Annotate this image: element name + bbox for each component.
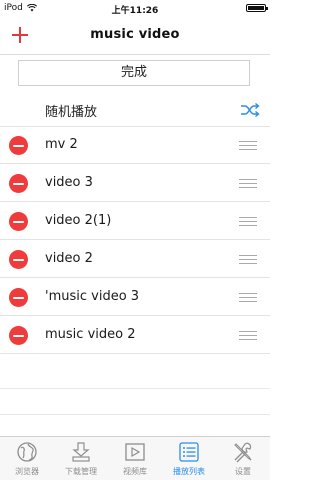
tab-label: 设置: [235, 467, 251, 476]
reorder-handle-icon[interactable]: [239, 255, 257, 264]
tab-playlist[interactable]: 播放列表: [162, 437, 216, 480]
status-time: 上午11:26: [111, 6, 159, 16]
done-button[interactable]: 完成: [18, 60, 250, 86]
tab-downloads[interactable]: 下载管理: [54, 437, 108, 480]
item-title: video 2(1): [45, 213, 112, 228]
tools-icon: [234, 442, 252, 463]
battery-icon: [246, 4, 268, 12]
list-item[interactable]: video 3: [0, 164, 270, 202]
tab-browser[interactable]: 浏览器: [0, 437, 54, 480]
item-title: video 2: [45, 251, 93, 266]
shuffle-row[interactable]: 随机播放: [0, 94, 270, 127]
delete-button[interactable]: [9, 212, 28, 231]
screen: iPod 上午11:26 music video 完成 随机播放 mv 2 vi…: [0, 0, 270, 480]
nav-bar: music video: [0, 18, 270, 55]
tab-label: 播放列表: [173, 467, 205, 476]
shuffle-icon[interactable]: [240, 102, 260, 118]
list-item[interactable]: music video 2: [0, 316, 270, 354]
delete-button[interactable]: [9, 288, 28, 307]
tab-label: 视频库: [123, 467, 147, 476]
list-item[interactable]: mv 2: [0, 126, 270, 164]
tab-settings[interactable]: 设置: [216, 437, 270, 480]
list-item[interactable]: 'music video 3: [0, 278, 270, 316]
empty-row-divider: [0, 414, 270, 415]
item-title: mv 2: [45, 137, 78, 152]
empty-row-divider: [0, 388, 270, 389]
list-item[interactable]: video 2: [0, 240, 270, 278]
status-bar: iPod 上午11:26: [0, 0, 270, 18]
done-section: 完成: [0, 54, 270, 94]
reorder-handle-icon[interactable]: [239, 217, 257, 226]
row-divider: [0, 353, 270, 354]
reorder-handle-icon[interactable]: [239, 141, 257, 150]
list-icon: [179, 442, 199, 462]
list-item[interactable]: video 2(1): [0, 202, 270, 240]
download-icon: [72, 442, 90, 462]
tab-label: 浏览器: [15, 467, 39, 476]
tab-video-library[interactable]: 视频库: [108, 437, 162, 480]
delete-button[interactable]: [9, 326, 28, 345]
item-title: music video 2: [45, 327, 136, 342]
delete-button[interactable]: [9, 136, 28, 155]
tab-label: 下载管理: [65, 467, 97, 476]
reorder-handle-icon[interactable]: [239, 331, 257, 340]
delete-button[interactable]: [9, 250, 28, 269]
item-title: video 3: [45, 175, 93, 190]
reorder-handle-icon[interactable]: [239, 179, 257, 188]
shuffle-label: 随机播放: [45, 105, 98, 120]
play-icon: [125, 443, 145, 461]
delete-button[interactable]: [9, 174, 28, 193]
tab-bar: 浏览器 下载管理 视频库 播放列表 设置: [0, 436, 270, 480]
page-title: music video: [90, 27, 180, 42]
globe-icon: [17, 442, 37, 462]
item-title: 'music video 3: [45, 289, 140, 304]
reorder-handle-icon[interactable]: [239, 293, 257, 302]
